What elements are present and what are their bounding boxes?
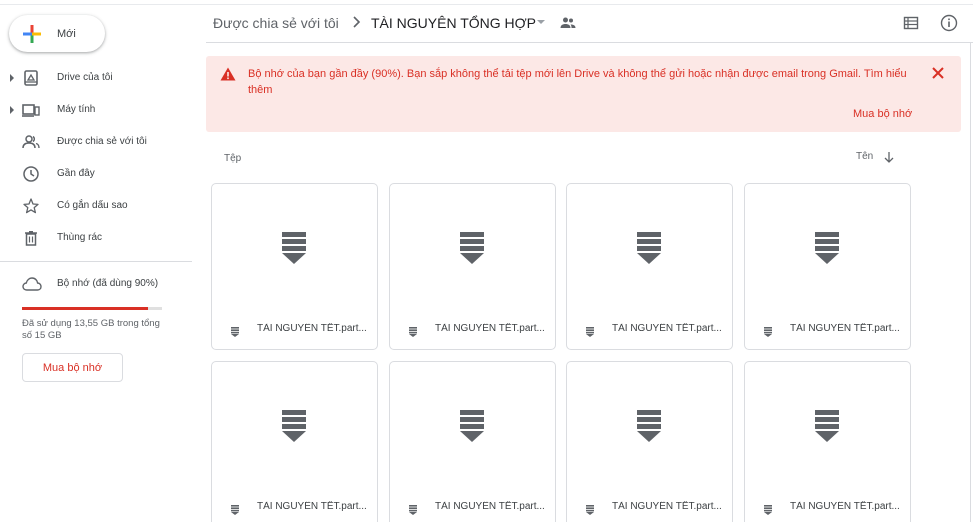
buy-storage-button[interactable]: Mua bộ nhớ [22,353,123,382]
alert-buy-storage-button[interactable]: Mua bộ nhớ [853,108,912,120]
chevron-right-icon [351,15,361,29]
sidebar-item-label: Máy tính [57,104,96,115]
file-card[interactable]: TÀI NGUYÊN TẾT.part... [211,361,378,522]
file-card[interactable]: TÀI NGUYÊN TẾT.part... [566,361,733,522]
shared-icon [22,133,40,151]
scrollbar-track[interactable] [970,43,971,522]
expand-caret-icon[interactable] [10,106,14,114]
sidebar: Mới Drive của tôi Máy tính Được chia sẻ … [0,0,200,522]
plus-icon [22,24,42,44]
sidebar-item-label: Gần đây [57,168,95,179]
sidebar-item-starred[interactable]: Có gắn dấu sao [0,190,192,222]
file-card[interactable]: TÀI NGUYÊN TẾT.part... [566,183,733,350]
file-type-icon [764,324,772,337]
file-name: TÀI NGUYÊN TẾT.part... [435,501,545,512]
list-view-icon[interactable] [903,15,919,31]
chevron-down-icon[interactable] [537,20,545,24]
star-icon [22,197,40,215]
sidebar-item-recent[interactable]: Gần đây [0,158,192,190]
storage-used-text: Đã sử dụng 13,55 GB trong tổng số 15 GB [22,318,160,341]
file-thumbnail[interactable] [390,362,555,492]
sidebar-item-my-drive[interactable]: Drive của tôi [0,62,192,94]
compressed-file-icon [637,410,661,442]
file-card[interactable]: TÀI NGUYÊN TẾT.part... [389,361,556,522]
warning-icon [220,67,236,81]
compressed-file-icon [282,410,306,442]
sidebar-item-computers[interactable]: Máy tính [0,94,192,126]
compressed-file-icon [815,410,839,442]
breadcrumb-current-folder[interactable]: TÀI NGUYÊN TỔNG HỢP [371,15,536,31]
storage-usage-fill [22,307,148,310]
compressed-file-icon [460,232,484,264]
sidebar-item-label: Drive của tôi [57,72,113,83]
file-thumbnail[interactable] [390,184,555,314]
sidebar-item-shared-with-me[interactable]: Được chia sẻ với tôi [0,126,192,158]
computer-icon [22,101,40,119]
storage-usage-bar [22,307,162,310]
expand-caret-icon[interactable] [10,74,14,82]
file-card[interactable]: TÀI NGUYÊN TẾT.part... [744,361,911,522]
clock-icon [22,165,40,183]
storage-warning-banner: Bộ nhớ của bạn gần đầy (90%). Bạn sắp kh… [206,56,961,132]
file-type-icon [231,502,239,515]
alert-text: Bộ nhớ của bạn gần đầy (90%). Bạn sắp kh… [248,68,861,80]
sidebar-divider [0,261,192,262]
info-icon[interactable] [940,14,958,32]
file-name: TÀI NGUYÊN TẾT.part... [612,323,722,334]
header: Được chia sẻ với tôi TÀI NGUYÊN TỔNG HỢP [206,5,973,43]
breadcrumb-shared-with-me[interactable]: Được chia sẻ với tôi [213,15,339,31]
file-thumbnail[interactable] [567,362,732,492]
file-type-icon [586,324,594,337]
sort-by-name-button[interactable]: Tên [856,151,873,162]
file-name: TÀI NGUYÊN TẾT.part... [612,501,722,512]
compressed-file-icon [460,410,484,442]
file-thumbnail[interactable] [212,184,377,314]
sidebar-item-trash[interactable]: Thùng rác [0,222,192,254]
file-name: TÀI NGUYÊN TẾT.part... [790,323,900,334]
compressed-file-icon [637,232,661,264]
file-type-icon [231,324,239,337]
sidebar-item-label: Được chia sẻ với tôi [57,136,147,147]
compressed-file-icon [815,232,839,264]
sidebar-item-label: Có gắn dấu sao [57,200,128,211]
file-card[interactable]: TÀI NGUYÊN TẾT.part... [211,183,378,350]
new-button[interactable]: Mới [9,15,105,52]
file-thumbnail[interactable] [212,362,377,492]
alert-message: Bộ nhớ của bạn gần đầy (90%). Bạn sắp kh… [248,66,918,98]
file-type-icon [409,502,417,515]
files-section-label: Tệp [224,153,242,164]
compressed-file-icon [282,232,306,264]
sidebar-nav: Drive của tôi Máy tính Được chia sẻ với … [0,62,192,254]
file-type-icon [586,502,594,515]
file-name: TÀI NGUYÊN TẾT.part... [257,501,367,512]
file-thumbnail[interactable] [745,362,910,492]
trash-icon [22,229,40,247]
file-name: TÀI NGUYÊN TẾT.part... [257,323,367,334]
shared-folder-icon [560,16,576,30]
new-button-label: Mới [57,27,76,40]
file-card[interactable]: TÀI NGUYÊN TẾT.part... [389,183,556,350]
file-type-icon [409,324,417,337]
file-name: TÀI NGUYÊN TẾT.part... [790,501,900,512]
file-name: TÀI NGUYÊN TẾT.part... [435,323,545,334]
file-type-icon [764,502,772,515]
file-thumbnail[interactable] [567,184,732,314]
arrow-down-icon[interactable] [883,150,895,163]
drive-icon [22,69,40,87]
file-card[interactable]: TÀI NGUYÊN TẾT.part... [744,183,911,350]
storage-label: Bộ nhớ (đã dùng 90%) [57,278,159,289]
file-thumbnail[interactable] [745,184,910,314]
close-icon[interactable] [931,66,945,80]
sidebar-item-label: Thùng rác [57,232,103,243]
cloud-icon [22,276,42,292]
